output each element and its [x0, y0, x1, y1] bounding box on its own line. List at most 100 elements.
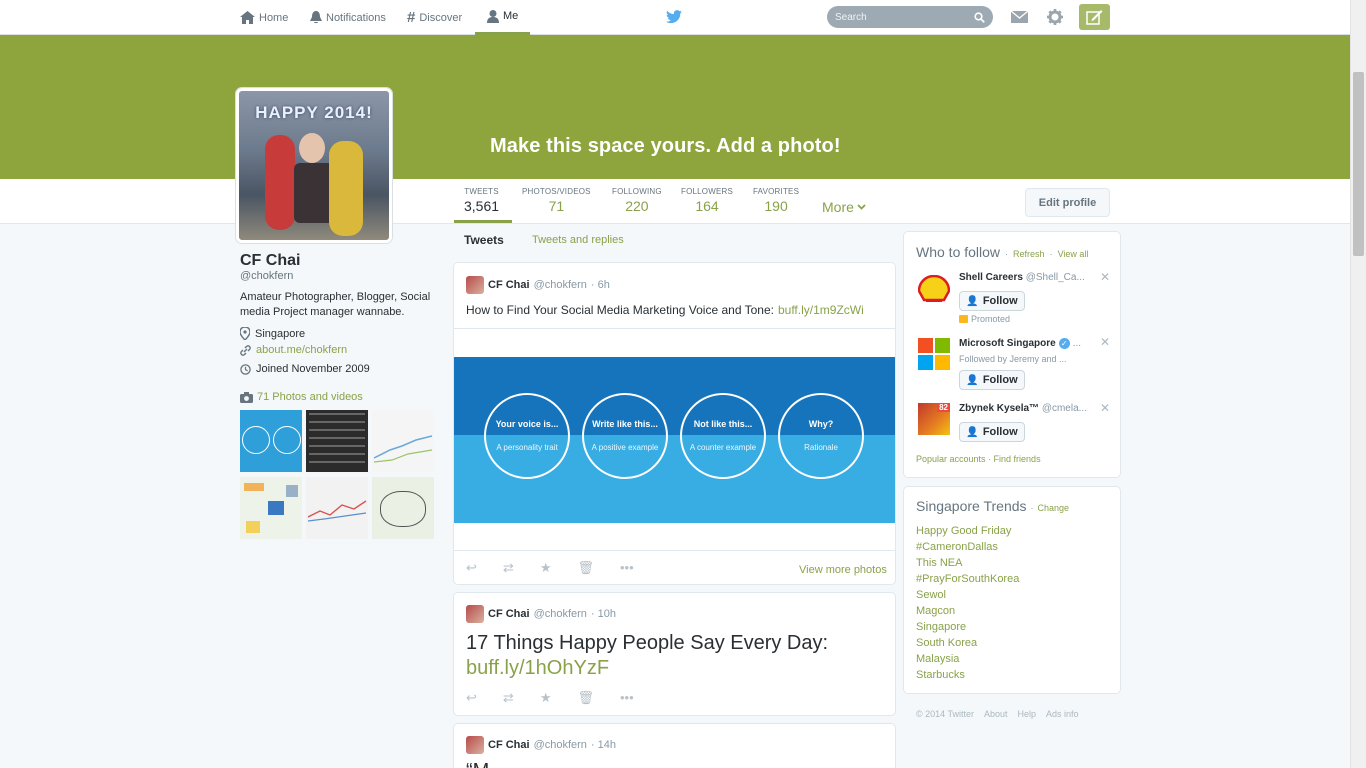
trend-item[interactable]: Starbucks: [916, 669, 965, 681]
retweet-icon[interactable]: ⇄: [503, 560, 514, 576]
tweet-time[interactable]: · 6h: [591, 279, 610, 291]
wtf-refresh-link[interactable]: Refresh: [1013, 249, 1045, 259]
photos-videos-link[interactable]: 71 Photos and videos: [257, 391, 363, 403]
wtf-account-handle[interactable]: ...: [1073, 338, 1081, 349]
banner-add-photo-text[interactable]: Make this space yours. Add a photo!: [490, 135, 841, 158]
photo-thumb-5[interactable]: [306, 477, 368, 539]
stat-following[interactable]: FOLLOWING 220: [612, 187, 662, 214]
wtf-view-all-link[interactable]: View all: [1058, 249, 1089, 259]
trend-item[interactable]: Magcon: [916, 605, 955, 617]
trend-item[interactable]: This NEA: [916, 557, 962, 569]
wtf-account-1[interactable]: Shell Careers @Shell_Ca...: [959, 272, 1099, 283]
search-icon[interactable]: [974, 11, 985, 23]
wtf-account-name[interactable]: Microsoft Singapore: [959, 338, 1056, 349]
tweet-link[interactable]: buff.ly/1m9ZcWi: [778, 303, 864, 317]
wtf-account-name[interactable]: Shell Careers: [959, 272, 1023, 283]
profile-handle[interactable]: @chokfern: [240, 270, 293, 282]
trend-item[interactable]: South Korea: [916, 637, 977, 649]
page-scrollbar[interactable]: [1350, 0, 1366, 768]
follow-button-2[interactable]: 👤 Follow: [959, 370, 1025, 390]
tab-tweets-and-replies[interactable]: Tweets and replies: [532, 234, 624, 246]
trend-item[interactable]: #CameronDallas: [916, 541, 998, 553]
photo-thumb-3[interactable]: [372, 410, 434, 472]
more-dropdown[interactable]: More: [822, 199, 866, 215]
photos-header[interactable]: 71 Photos and videos: [240, 391, 363, 403]
twitter-bird-icon[interactable]: [666, 10, 682, 24]
gear-icon[interactable]: [1047, 9, 1063, 25]
bell-icon: [310, 11, 322, 24]
trend-item[interactable]: #PrayForSouthKorea: [916, 573, 1019, 585]
nav-notifications[interactable]: Notifications: [310, 0, 386, 35]
photo-thumb-2[interactable]: [306, 410, 368, 472]
follow-button-3[interactable]: 👤 Follow: [959, 422, 1025, 442]
wtf-account-handle[interactable]: @Shell_Ca...: [1026, 272, 1085, 283]
trend-item[interactable]: Happy Good Friday: [916, 525, 1011, 537]
profile-avatar[interactable]: HAPPY 2014!: [236, 88, 392, 243]
profile-name[interactable]: CF Chai: [240, 252, 300, 270]
wtf-account-name[interactable]: Zbynek Kysela™: [959, 403, 1039, 414]
compose-tweet-button[interactable]: [1079, 4, 1110, 30]
stat-followers[interactable]: FOLLOWERS 164: [681, 187, 733, 214]
tweet-author-name[interactable]: CF Chai: [488, 279, 530, 291]
tweet-avatar[interactable]: [466, 736, 484, 754]
wtf-footer-links[interactable]: Popular accounts · Find friends: [916, 454, 1041, 464]
tweet-avatar[interactable]: [466, 276, 484, 294]
scrollbar-thumb[interactable]: [1353, 72, 1364, 256]
reply-icon[interactable]: ↩: [466, 560, 477, 576]
footer-about-link[interactable]: About: [984, 709, 1008, 719]
view-more-photos-link[interactable]: View more photos: [799, 564, 887, 576]
footer-help-link[interactable]: Help: [1018, 709, 1037, 719]
trends-change-link[interactable]: Change: [1038, 503, 1070, 513]
tweet-author-handle[interactable]: @chokfern: [534, 279, 587, 291]
edit-profile-button[interactable]: Edit profile: [1025, 188, 1110, 217]
reply-icon[interactable]: ↩: [466, 690, 477, 706]
dismiss-icon[interactable]: ✕: [1100, 270, 1110, 284]
wtf-account-3[interactable]: Zbynek Kysela™ @cmela...: [959, 403, 1099, 414]
more-icon[interactable]: •••: [620, 690, 634, 706]
nav-discover[interactable]: # Discover: [407, 0, 462, 35]
more-icon[interactable]: •••: [620, 560, 634, 576]
follow-label: Follow: [982, 295, 1018, 307]
profile-url-link[interactable]: about.me/chokfern: [256, 344, 347, 356]
shell-logo-icon[interactable]: [918, 275, 950, 303]
tweet-avatar[interactable]: [466, 605, 484, 623]
wtf-account-2[interactable]: Microsoft Singapore ✓ ...: [959, 338, 1099, 349]
follow-button-1[interactable]: 👤 Follow: [959, 291, 1025, 311]
search-box[interactable]: [827, 6, 993, 28]
favorite-icon[interactable]: ★: [540, 690, 552, 706]
trend-item[interactable]: Sewol: [916, 589, 946, 601]
trend-item[interactable]: Singapore: [916, 621, 966, 633]
dismiss-icon[interactable]: ✕: [1100, 401, 1110, 415]
photo-thumb-1[interactable]: [240, 410, 302, 472]
dismiss-icon[interactable]: ✕: [1100, 335, 1110, 349]
wtf-account-handle[interactable]: @cmela...: [1042, 403, 1087, 414]
zbynek-avatar[interactable]: 82: [918, 403, 950, 435]
search-input[interactable]: [835, 11, 965, 23]
stat-value: 190: [764, 198, 788, 214]
tweet-author-handle[interactable]: @chokfern: [534, 739, 587, 751]
microsoft-logo-icon[interactable]: [918, 338, 950, 370]
messages-icon[interactable]: [1011, 11, 1028, 23]
person-icon: [487, 9, 499, 23]
trend-item[interactable]: Malaysia: [916, 653, 959, 665]
photo-thumb-6[interactable]: [372, 477, 434, 539]
photo-thumb-4[interactable]: [240, 477, 302, 539]
tweet-author-handle[interactable]: @chokfern: [534, 608, 587, 620]
tweet-link[interactable]: buff.ly/1hOhYzF: [466, 657, 609, 679]
tweet-author-name[interactable]: CF Chai: [488, 739, 530, 751]
tweet-author-name[interactable]: CF Chai: [488, 608, 530, 620]
favorite-icon[interactable]: ★: [540, 560, 552, 576]
nav-home[interactable]: Home: [240, 0, 288, 35]
nav-me[interactable]: Me: [475, 0, 531, 35]
tweet-time[interactable]: · 10h: [591, 608, 616, 620]
stat-tweets[interactable]: TWEETS 3,561: [464, 187, 499, 214]
retweet-icon[interactable]: ⇄: [503, 690, 514, 706]
stat-photos-videos[interactable]: PHOTOS/VIDEOS 71: [522, 187, 591, 214]
footer-ads-link[interactable]: Ads info: [1046, 709, 1079, 719]
tab-tweets[interactable]: Tweets: [464, 233, 504, 247]
avatar-face: [299, 133, 325, 163]
stat-favorites[interactable]: FAVORITES 190: [753, 187, 799, 214]
tweet-time[interactable]: · 14h: [591, 739, 616, 751]
delete-icon[interactable]: 🗑: [577, 690, 594, 706]
delete-icon[interactable]: 🗑: [577, 560, 594, 576]
